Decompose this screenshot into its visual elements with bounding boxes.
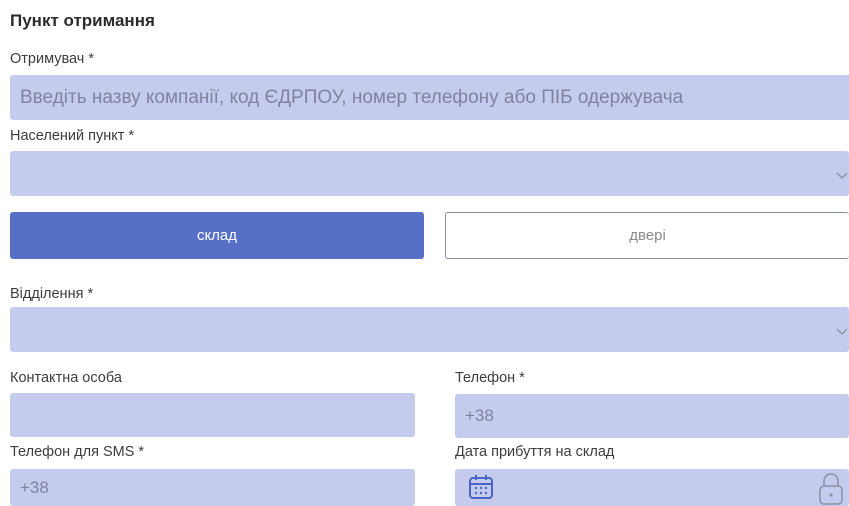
contact-label: Контактна особа	[10, 370, 122, 386]
phone-label: Телефон *	[455, 370, 525, 386]
branch-label: Відділення *	[10, 286, 94, 302]
sms-phone-label: Телефон для SMS *	[10, 444, 145, 460]
chevron-down-icon	[835, 327, 849, 337]
door-button[interactable]: двері	[445, 212, 849, 259]
recipient-placeholder: Введіть назву компанії, код ЄДРПОУ, номе…	[20, 86, 684, 108]
section-title: Пункт отримання	[10, 11, 155, 30]
arrival-date-input[interactable]	[455, 469, 849, 506]
warehouse-button[interactable]: склад	[10, 212, 424, 259]
recipient-label: Отримувач *	[10, 51, 94, 67]
branch-select[interactable]	[10, 307, 849, 352]
city-select[interactable]	[10, 151, 849, 196]
chevron-down-icon	[835, 171, 849, 181]
phone-input[interactable]: +38	[455, 394, 849, 438]
arrival-date-label: Дата прибуття на склад	[455, 444, 615, 460]
sms-phone-input[interactable]: +38	[10, 469, 415, 506]
calendar-icon[interactable]	[467, 473, 495, 501]
sms-phone-value: +38	[20, 477, 49, 497]
door-button-label: двері	[629, 227, 666, 244]
city-label: Населений пункт *	[10, 128, 135, 144]
phone-value: +38	[465, 406, 494, 425]
warehouse-button-label: склад	[196, 227, 238, 244]
lock-icon[interactable]	[818, 472, 844, 506]
contact-input[interactable]	[10, 393, 415, 437]
recipient-input[interactable]: Введіть назву компанії, код ЄДРПОУ, номе…	[10, 75, 849, 120]
